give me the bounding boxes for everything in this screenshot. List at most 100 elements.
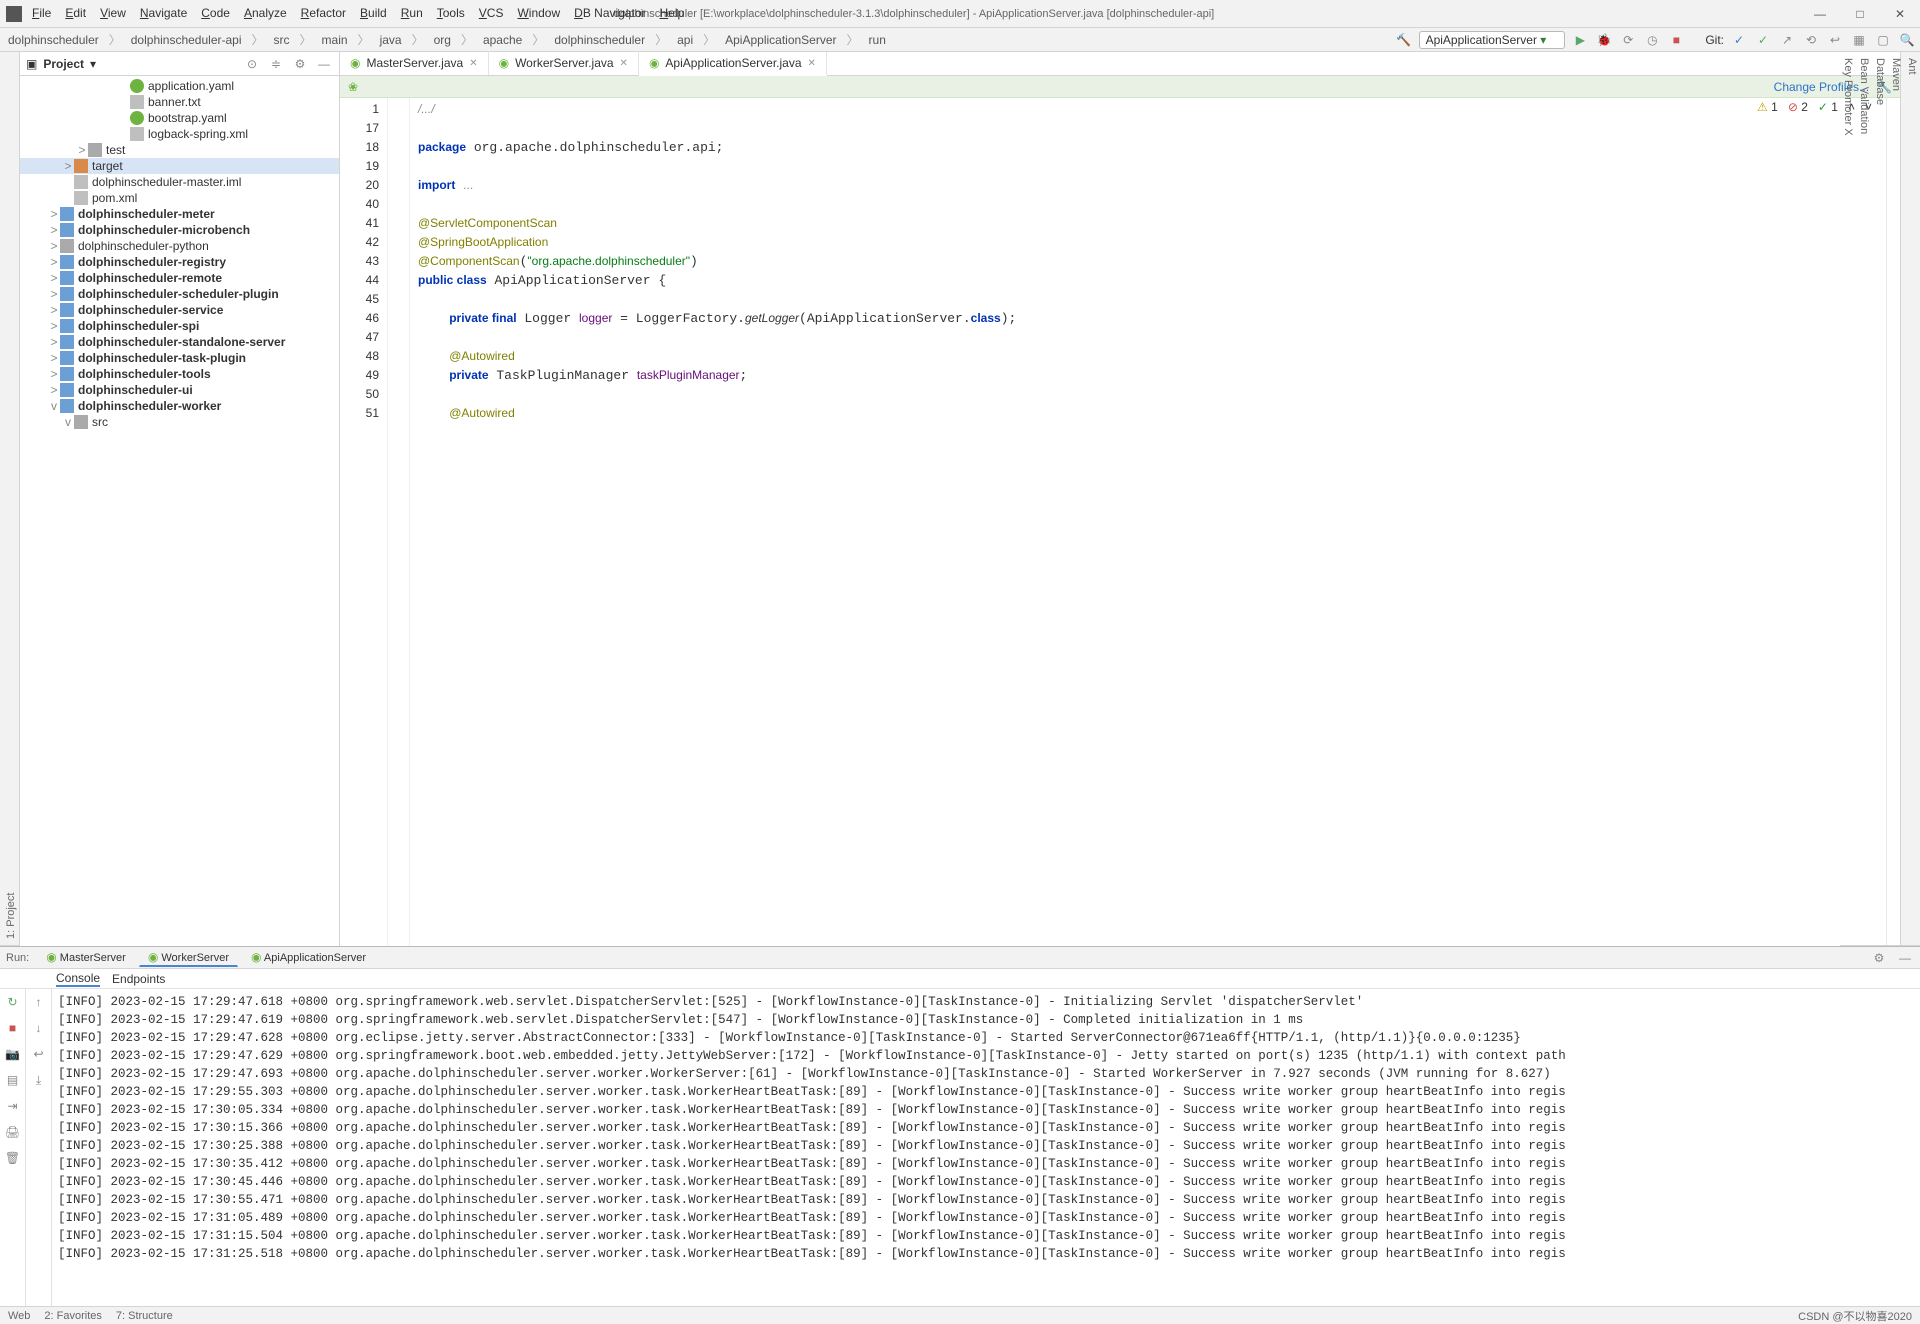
tree-item[interactable]: application.yaml [20,78,339,94]
breadcrumb-item[interactable]: java [376,32,406,48]
breadcrumb-item[interactable]: apache [479,32,526,48]
tree-item[interactable]: dolphinscheduler-master.iml [20,174,339,190]
menu-navigate[interactable]: Navigate [134,4,193,22]
hide-icon[interactable]: — [315,55,333,73]
breadcrumb-item[interactable]: src [270,32,294,48]
tree-item[interactable]: >test [20,142,339,158]
close-tab-icon[interactable]: ✕ [469,58,477,69]
scroll-end-icon[interactable]: ⤓ [30,1071,48,1089]
git-history-icon[interactable]: ⟲ [1802,31,1820,49]
breadcrumb-item[interactable]: dolphinscheduler-api [127,32,246,48]
stop-process-button[interactable]: ■ [4,1019,22,1037]
tree-item[interactable]: >dolphinscheduler-service [20,302,339,318]
run-tab[interactable]: ◉ ApiApplicationServer [242,948,375,967]
run-tab[interactable]: ◉ WorkerServer [139,948,238,967]
tree-item[interactable]: vdolphinscheduler-worker [20,398,339,414]
tree-item[interactable]: pom.xml [20,190,339,206]
down-arrow-icon[interactable]: ↓ [30,1019,48,1037]
run-tab[interactable]: ◉ MasterServer [37,948,135,967]
run-button[interactable]: ▶ [1571,31,1589,49]
editor-tab[interactable]: ◉WorkerServer.java✕ [489,51,639,75]
build-icon[interactable]: 🔨 [1395,31,1413,49]
right-tab-maven[interactable]: Maven [1888,52,1904,946]
git-push-icon[interactable]: ↗ [1778,31,1796,49]
print-icon[interactable]: 🖨 [4,1123,22,1141]
menu-help[interactable]: Help [654,4,691,22]
run-config-select[interactable]: ApiApplicationServer ▾ [1419,31,1566,49]
tree-item[interactable]: bootstrap.yaml [20,110,339,126]
left-tab-project[interactable]: 1: Project [3,52,19,946]
breadcrumb-item[interactable]: dolphinscheduler [550,32,649,48]
menu-edit[interactable]: Edit [59,4,92,22]
coverage-button[interactable]: ⟳ [1619,31,1637,49]
tree-item[interactable]: vsrc [20,414,339,430]
run-hide-icon[interactable]: — [1896,949,1914,967]
trash-icon[interactable]: 🗑 [4,1149,22,1167]
stop-button[interactable]: ■ [1667,31,1685,49]
right-tab-database[interactable]: Database [1872,52,1888,946]
git-commit-icon[interactable]: ✓ [1754,31,1772,49]
breadcrumb-item[interactable]: run [865,32,890,48]
git-update-icon[interactable]: ✓ [1730,31,1748,49]
breadcrumb-item[interactable]: org [430,32,455,48]
right-tab-keypromoterx[interactable]: Key Promoter X [1840,52,1856,946]
breadcrumb-item[interactable]: ApiApplicationServer [721,32,840,48]
select-opened-file-icon[interactable]: ⊙ [243,55,261,73]
bottom-tab-web[interactable]: Web [8,1310,30,1322]
tree-item[interactable]: >target [20,158,339,174]
tree-item[interactable]: >dolphinscheduler-microbench [20,222,339,238]
profile-button[interactable]: ◷ [1643,31,1661,49]
debug-button[interactable]: 🐞 [1595,31,1613,49]
menu-run[interactable]: Run [395,4,429,22]
editor-tab[interactable]: ◉MasterServer.java✕ [340,51,489,75]
right-tab-beanvalidation[interactable]: Bean Validation [1856,52,1872,946]
menu-window[interactable]: Window [511,4,566,22]
menu-build[interactable]: Build [354,4,393,22]
right-tab-ant[interactable]: Ant [1904,52,1920,946]
tree-item[interactable]: >dolphinscheduler-registry [20,254,339,270]
ide-settings-icon[interactable]: ▦ [1850,31,1868,49]
project-tree[interactable]: application.yamlbanner.txtbootstrap.yaml… [20,76,339,946]
menu-code[interactable]: Code [195,4,236,22]
tree-item[interactable]: >dolphinscheduler-ui [20,382,339,398]
search-everywhere-icon[interactable]: 🔍 [1898,31,1916,49]
up-arrow-icon[interactable]: ↑ [30,993,48,1011]
close-tab-icon[interactable]: ✕ [808,58,816,69]
console-tab[interactable]: Console [56,971,100,987]
exit-icon[interactable]: ⇥ [4,1097,22,1115]
tree-item[interactable]: banner.txt [20,94,339,110]
breadcrumb-item[interactable]: api [673,32,697,48]
close-tab-icon[interactable]: ✕ [620,58,628,69]
bottom-tab-structure[interactable]: 7: Structure [116,1310,173,1322]
code-content[interactable]: /.../ package org.apache.dolphinschedule… [410,98,1886,946]
editor-tab[interactable]: ◉ApiApplicationServer.java✕ [639,52,827,76]
menu-refactor[interactable]: Refactor [295,4,352,22]
avatar-icon[interactable]: ▢ [1874,31,1892,49]
tree-item[interactable]: >dolphinscheduler-task-plugin [20,350,339,366]
menu-analyze[interactable]: Analyze [238,4,293,22]
tree-item[interactable]: >dolphinscheduler-standalone-server [20,334,339,350]
gear-icon[interactable]: ⚙ [291,55,309,73]
breadcrumb-item[interactable]: main [318,32,352,48]
endpoints-tab[interactable]: Endpoints [112,972,165,986]
git-rollback-icon[interactable]: ↩ [1826,31,1844,49]
maximize-button[interactable]: □ [1840,1,1880,27]
menu-file[interactable]: File [26,4,57,22]
run-settings-icon[interactable]: ⚙ [1870,949,1888,967]
menu-view[interactable]: View [94,4,132,22]
tree-item[interactable]: logback-spring.xml [20,126,339,142]
menu-vcs[interactable]: VCS [473,4,510,22]
expand-all-icon[interactable]: ≑ [267,55,285,73]
tree-item[interactable]: >dolphinscheduler-meter [20,206,339,222]
rerun-button[interactable]: ↻ [4,993,22,1011]
tree-item[interactable]: >dolphinscheduler-spi [20,318,339,334]
menu-tools[interactable]: Tools [431,4,471,22]
bottom-tab-favorites[interactable]: 2: Favorites [44,1310,101,1322]
tree-item[interactable]: >dolphinscheduler-python [20,238,339,254]
left-tab-commit[interactable]: 0: Commit [0,52,3,946]
tree-item[interactable]: >dolphinscheduler-scheduler-plugin [20,286,339,302]
minimize-button[interactable]: — [1800,1,1840,27]
layout-icon[interactable]: ▤ [4,1071,22,1089]
console-output[interactable]: [INFO] 2023-02-15 17:29:47.618 +0800 org… [52,989,1920,1306]
close-button[interactable]: ✕ [1880,1,1920,27]
